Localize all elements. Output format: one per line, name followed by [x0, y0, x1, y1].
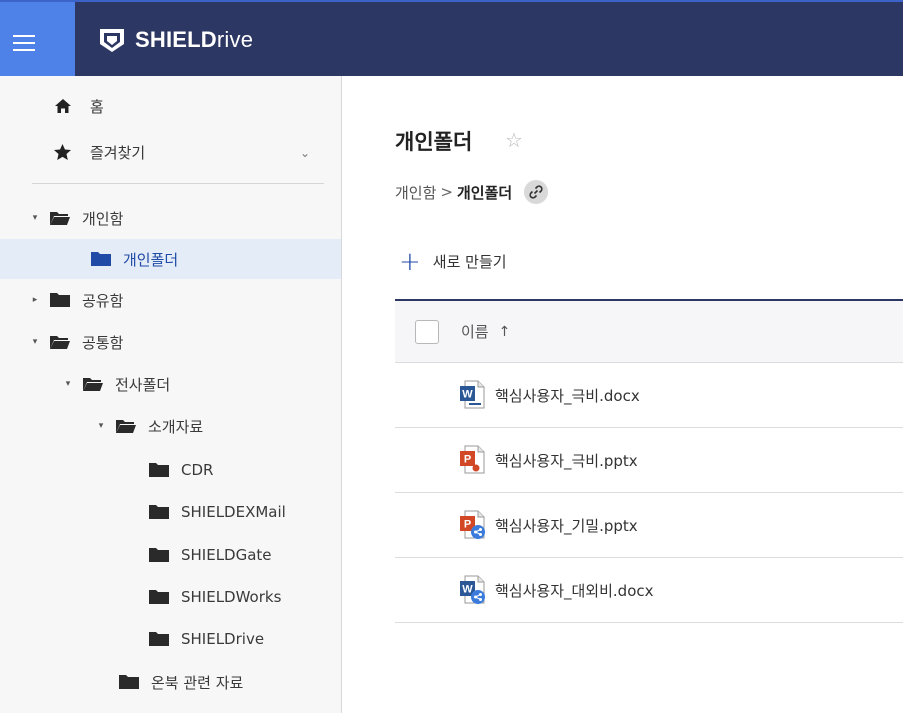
table-header: 이름 ↑: [395, 299, 903, 363]
sidebar-item-label: SHIELDrive: [181, 630, 265, 648]
new-button-label: 새로 만들기: [432, 253, 507, 271]
sidebar-item-company-folder[interactable]: ▾ 전사폴더: [0, 364, 341, 404]
caret-down-icon[interactable]: ▾: [63, 379, 73, 389]
sidebar-item-onbook-materials[interactable]: 온북 관련 자료: [0, 662, 341, 702]
file-name[interactable]: 핵심사용자_극비.docx: [495, 385, 640, 406]
page-title: 개인폴더: [395, 130, 473, 154]
sidebar-item-label: 온북 관련 자료: [151, 673, 244, 692]
word-file-icon: W: [459, 380, 487, 410]
sidebar-item-shieldworks[interactable]: SHIELDWorks: [0, 577, 341, 617]
sidebar-item-label: 즐겨찾기: [90, 143, 146, 162]
sidebar-item-shieldrive[interactable]: SHIELDrive: [0, 619, 341, 659]
sidebar-item-label: SHIELDEXMail: [181, 503, 286, 521]
new-button[interactable]: + 새로 만들기: [399, 246, 507, 277]
plus-icon: +: [399, 246, 421, 277]
brand-logo[interactable]: SHIELDrive: [97, 27, 253, 53]
caret-right-icon[interactable]: ▸: [30, 295, 40, 305]
word-shared-file-icon: W: [459, 575, 487, 605]
svg-text:P: P: [464, 454, 471, 466]
caret-down-icon[interactable]: ▾: [30, 337, 40, 347]
star-icon: [53, 143, 72, 161]
folder-icon: [149, 632, 169, 646]
sidebar-item-cdr[interactable]: CDR: [0, 450, 341, 490]
folder-icon: [149, 463, 169, 477]
sidebar-item-personal-folder[interactable]: 개인폴더: [0, 239, 341, 279]
file-table: 이름 ↑ W 핵심사용자_극비.docx P 핵심사용자_극비.pptx P 핵…: [395, 299, 903, 623]
sidebar-item-favorites[interactable]: 즐겨찾기 ⌄: [0, 132, 341, 172]
file-name[interactable]: 핵심사용자_극비.pptx: [495, 450, 638, 471]
sidebar-item-label: 홈: [90, 97, 104, 116]
folder-icon: [149, 505, 169, 519]
sidebar-item-label: CDR: [181, 461, 214, 479]
breadcrumb-root[interactable]: 개인함: [395, 182, 436, 203]
sidebar-item-label: 공유함: [82, 291, 124, 310]
sidebar-item-label: 공통함: [82, 333, 124, 352]
sidebar-item-home[interactable]: 홈: [0, 86, 341, 126]
caret-down-icon[interactable]: ▾: [96, 421, 106, 431]
svg-text:W: W: [462, 389, 473, 401]
folder-icon: [149, 548, 169, 562]
star-outline-icon[interactable]: ☆: [505, 128, 523, 152]
sidebar-item-intro-materials[interactable]: ▾ 소개자료: [0, 406, 341, 446]
file-name[interactable]: 핵심사용자_기밀.pptx: [495, 515, 638, 536]
folder-open-icon: [83, 377, 103, 391]
shield-logo-icon: [100, 29, 124, 52]
sidebar-item-label: SHIELDWorks: [181, 588, 282, 606]
link-icon[interactable]: [524, 180, 549, 204]
top-bar: SHIELDrive: [0, 2, 903, 76]
sidebar-item-shieldexmail[interactable]: SHIELDEXMail: [0, 492, 341, 532]
caret-down-icon[interactable]: ▾: [30, 213, 40, 223]
sidebar-item-label: 개인폴더: [123, 250, 179, 269]
breadcrumb: 개인함 > 개인폴더: [395, 180, 549, 204]
svg-text:W: W: [462, 584, 473, 596]
breadcrumb-separator: >: [440, 183, 453, 201]
sidebar-item-common-box[interactable]: ▾ 공통함: [0, 322, 341, 362]
table-row[interactable]: W 핵심사용자_대외비.docx: [395, 558, 903, 623]
app-window: SHIELDrive 홈 즐겨찾기 ⌄ ▾ 개인함 개인폴더 ▸ 공유함 ▾ 공…: [0, 0, 903, 713]
svg-text:P: P: [464, 519, 471, 531]
sidebar-item-shieldgate[interactable]: SHIELDGate: [0, 535, 341, 575]
sidebar-divider: [32, 183, 324, 184]
sidebar: 홈 즐겨찾기 ⌄ ▾ 개인함 개인폴더 ▸ 공유함 ▾ 공통함 ▾ 전사폴더 ▾…: [0, 76, 342, 713]
column-header-name[interactable]: 이름: [461, 321, 489, 342]
folder-icon: [119, 675, 139, 689]
hamburger-menu-icon[interactable]: [0, 2, 75, 76]
folder-icon: [50, 293, 70, 307]
sidebar-item-label: 소개자료: [148, 417, 204, 436]
file-name[interactable]: 핵심사용자_대외비.docx: [495, 580, 654, 601]
folder-icon: [149, 590, 169, 604]
folder-open-icon: [50, 211, 70, 225]
home-icon: [55, 99, 71, 113]
folder-icon: [91, 252, 111, 266]
table-row[interactable]: P 핵심사용자_기밀.pptx: [395, 493, 903, 558]
folder-open-icon: [116, 419, 136, 433]
sidebar-item-personal-box[interactable]: ▾ 개인함: [0, 198, 341, 238]
table-row[interactable]: P 핵심사용자_극비.pptx: [395, 428, 903, 493]
table-row[interactable]: W 핵심사용자_극비.docx: [395, 363, 903, 428]
folder-open-icon: [50, 335, 70, 349]
sidebar-item-label: SHIELDGate: [181, 546, 272, 564]
sidebar-item-shared-box[interactable]: ▸ 공유함: [0, 280, 341, 320]
chevron-down-icon[interactable]: ⌄: [300, 146, 310, 160]
powerpoint-file-icon: P: [459, 445, 487, 475]
main-content: 개인폴더 ☆ 개인함 > 개인폴더 + 새로 만들기 이름 ↑ W 핵심사용자_…: [342, 76, 903, 713]
breadcrumb-current: 개인폴더: [456, 183, 513, 202]
sort-ascending-icon[interactable]: ↑: [499, 324, 511, 340]
sidebar-item-label: 전사폴더: [115, 375, 171, 394]
sidebar-item-label: 개인함: [82, 209, 124, 228]
powerpoint-shared-file-icon: P: [459, 510, 487, 540]
select-all-checkbox[interactable]: [415, 319, 439, 344]
